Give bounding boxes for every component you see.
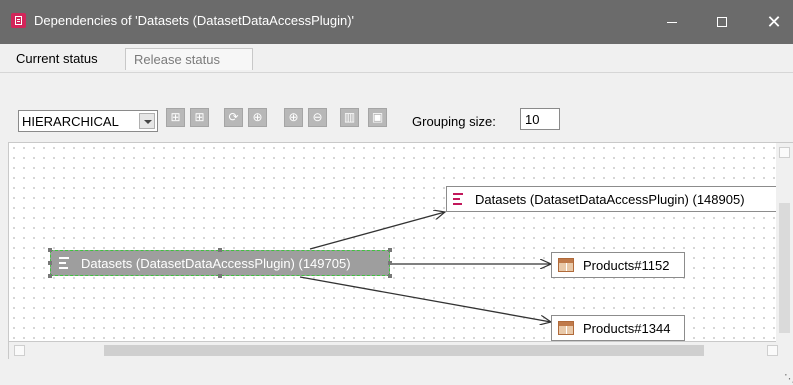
graph-node-source-selected[interactable]: Datasets (DatasetDataAccessPlugin) (1497… xyxy=(50,250,390,276)
table-icon xyxy=(558,321,574,335)
edge-to-datasets xyxy=(309,212,445,250)
scroll-thumb[interactable] xyxy=(779,203,790,333)
resize-handle[interactable] xyxy=(48,248,52,252)
scroll-left-icon[interactable] xyxy=(14,345,25,356)
resize-handle[interactable] xyxy=(218,274,222,278)
vertical-scrollbar[interactable] xyxy=(776,143,793,343)
node-label: Products#1152 xyxy=(583,258,670,273)
graph-node-products-1344[interactable]: Products#1344 xyxy=(551,315,685,341)
resize-handle[interactable] xyxy=(218,248,222,252)
resize-handle[interactable] xyxy=(48,261,52,265)
scroll-thumb[interactable] xyxy=(104,345,704,356)
resize-handle[interactable] xyxy=(388,248,392,252)
dataset-icon xyxy=(453,193,463,205)
scroll-up-icon[interactable] xyxy=(779,147,790,158)
graph-node-datasets[interactable]: Datasets (DatasetDataAccessPlugin) (1489… xyxy=(446,186,784,212)
dataset-icon xyxy=(59,257,69,269)
table-icon xyxy=(558,258,574,272)
resize-handle[interactable] xyxy=(388,274,392,278)
node-label: Products#1344 xyxy=(583,321,671,336)
node-label: Datasets (DatasetDataAccessPlugin) (1489… xyxy=(475,192,745,207)
graph-node-products-1152[interactable]: Products#1152 xyxy=(551,252,685,278)
node-label: Datasets (DatasetDataAccessPlugin) (1497… xyxy=(81,256,351,271)
horizontal-scrollbar[interactable] xyxy=(8,342,778,359)
edge-to-products-1344 xyxy=(299,276,551,322)
resize-grip-icon[interactable]: ⋱ xyxy=(784,372,793,385)
resize-handle[interactable] xyxy=(48,274,52,278)
scroll-right-icon[interactable] xyxy=(767,345,778,356)
resize-handle[interactable] xyxy=(388,261,392,265)
